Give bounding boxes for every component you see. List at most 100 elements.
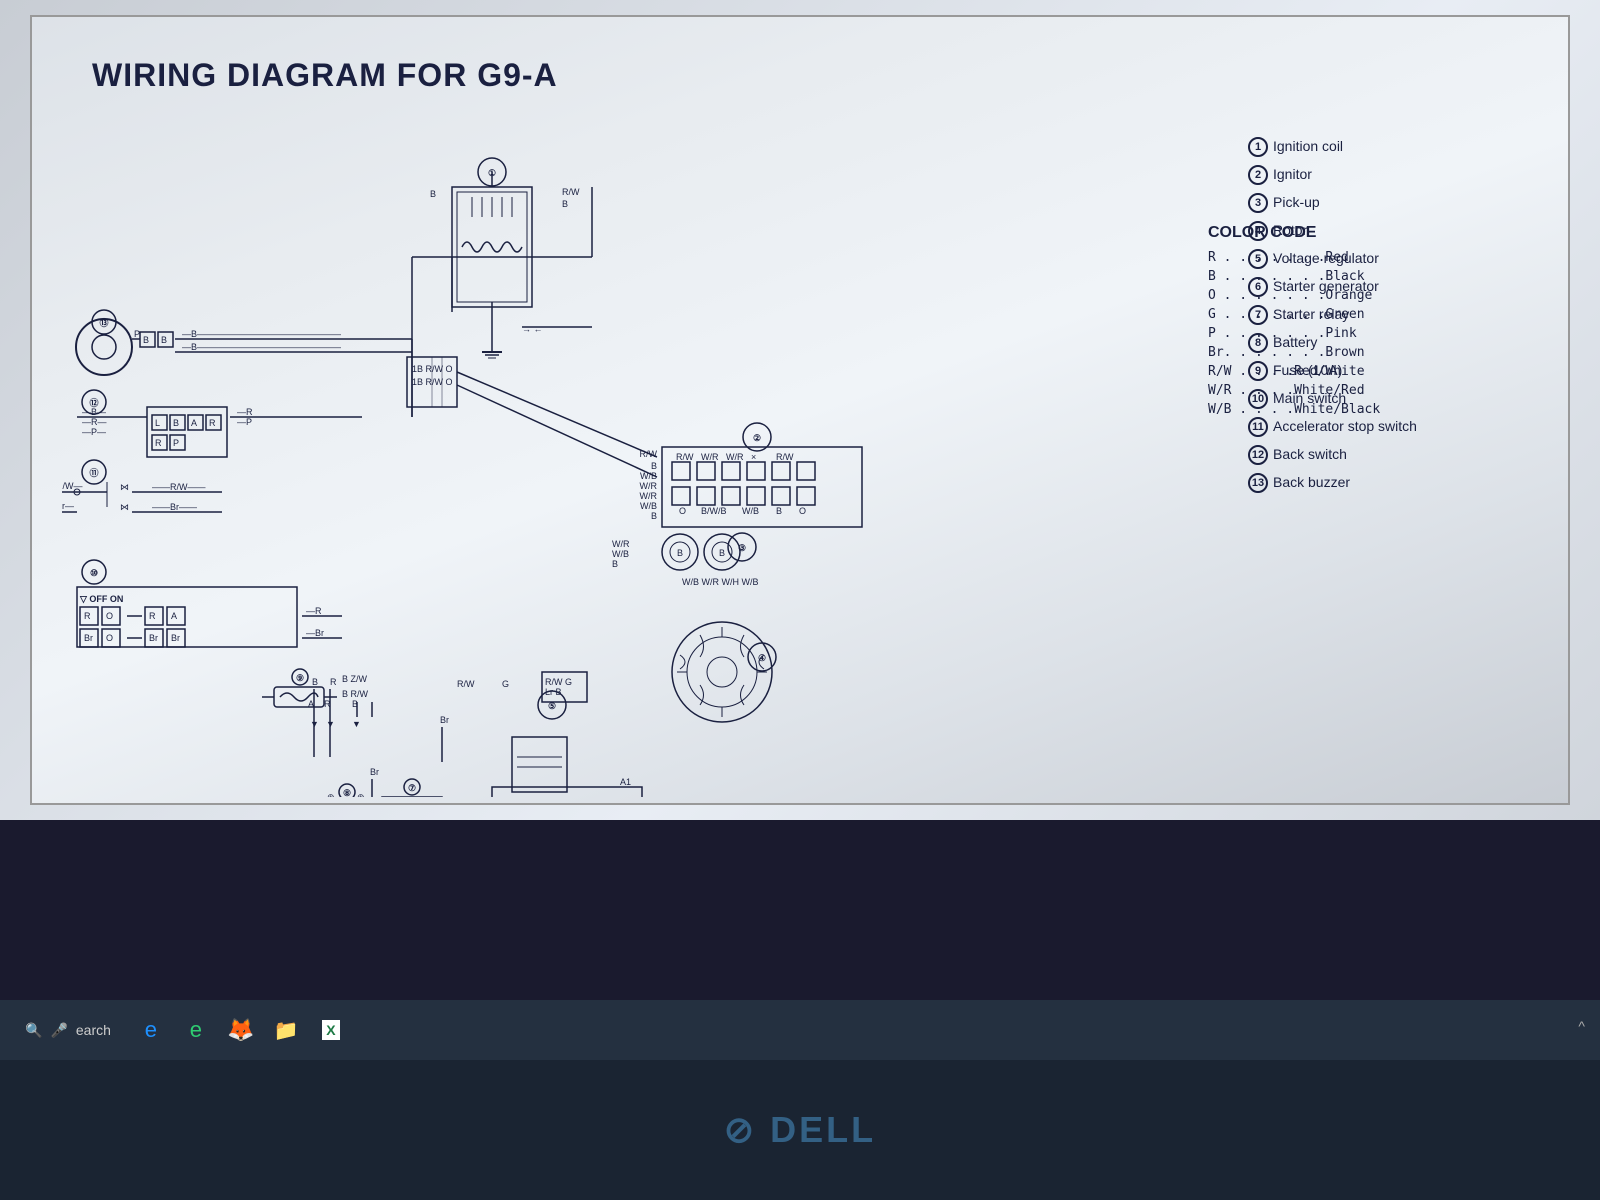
legend-number: 12 <box>1248 445 1268 465</box>
svg-text:×: × <box>751 452 756 462</box>
svg-text:——Br——: ——Br—— <box>152 502 197 512</box>
color-item: Br. . . . . . .Brown <box>1208 345 1488 360</box>
svg-text:⋈: ⋈ <box>120 482 129 492</box>
svg-text:—P: —P <box>237 417 252 427</box>
microphone-icon: 🎤 <box>50 1022 67 1039</box>
svg-text:Br: Br <box>84 633 93 643</box>
main-screen: WIRING DIAGRAM FOR G9-A ① → ← B <box>0 0 1600 820</box>
svg-text:R: R <box>84 611 91 621</box>
svg-text:—R—: —R— <box>82 417 107 427</box>
svg-text:R/W: R/W <box>457 679 475 689</box>
edge-logo: e <box>145 1017 157 1043</box>
svg-text:⊕: ⊕ <box>327 792 335 797</box>
excel-logo: X <box>322 1020 339 1040</box>
svg-text:A1: A1 <box>620 777 631 787</box>
color-item: P . . . . . . .Pink <box>1208 326 1488 341</box>
legend-item: 3 Pick-up <box>1248 193 1528 213</box>
svg-text:R/W: R/W <box>562 187 580 197</box>
svg-text:P: P <box>134 329 140 339</box>
svg-text:B: B <box>143 335 149 345</box>
svg-text:R: R <box>324 699 331 709</box>
svg-text:B: B <box>352 699 358 709</box>
svg-text:R/W: R/W <box>676 452 694 462</box>
system-tray-expand[interactable]: ^ <box>1578 1018 1585 1034</box>
svg-text:Br: Br <box>440 715 449 725</box>
svg-text:O: O <box>106 633 113 643</box>
svg-text:B: B <box>312 677 318 687</box>
svg-text:⑪: ⑪ <box>89 467 98 478</box>
svg-text:—B————————————————: —B———————————————— <box>182 329 341 339</box>
svg-text:O: O <box>679 506 686 516</box>
svg-text:B: B <box>651 511 657 521</box>
svg-text:B: B <box>719 548 725 558</box>
svg-text:P: P <box>173 438 179 448</box>
edge-browser-icon-2[interactable]: e <box>176 1010 216 1050</box>
legend-number: 3 <box>1248 193 1268 213</box>
legend-item: 2 Ignitor <box>1248 165 1528 185</box>
svg-text:——R/W——: ——R/W—— <box>152 482 206 492</box>
svg-text:B Z/W: B Z/W <box>342 674 368 684</box>
svg-text:R: R <box>209 418 216 428</box>
svg-text:W/B: W/B <box>612 549 629 559</box>
svg-text:⑩: ⑩ <box>90 568 98 578</box>
svg-text:1B R/W O: 1B R/W O <box>412 364 453 374</box>
svg-text:B: B <box>161 335 167 345</box>
svg-text:A: A <box>308 699 314 709</box>
svg-text:W/B W/R W/H W/B: W/B W/R W/H W/B <box>682 577 759 587</box>
color-item: O . . . . . . .Orange <box>1208 288 1488 303</box>
legend-number: 13 <box>1248 473 1268 493</box>
svg-text:Br: Br <box>171 633 180 643</box>
legend-text: Back buzzer <box>1273 473 1350 491</box>
search-label[interactable]: earch <box>76 1022 111 1038</box>
svg-text:—R: —R <box>237 407 253 417</box>
firefox-icon[interactable]: 🦊 <box>221 1010 261 1050</box>
taskbar-bottom: ⊘ DELL <box>0 1060 1600 1200</box>
file-explorer-icon[interactable]: 📁 <box>266 1010 306 1050</box>
color-item: W/B . . . .White/Black <box>1208 402 1488 417</box>
svg-text:▼: ▼ <box>352 719 361 729</box>
svg-text:⑧: ⑧ <box>343 788 351 797</box>
svg-text:B: B <box>562 199 568 209</box>
svg-text:A: A <box>171 611 177 621</box>
svg-text:W/R: W/R <box>640 481 658 491</box>
color-item: R . . . . . . .Red <box>1208 250 1488 265</box>
svg-text:▼: ▼ <box>326 719 335 729</box>
svg-text:W/B: W/B <box>640 501 657 511</box>
svg-text:—B————————————————: —B———————————————— <box>182 342 341 352</box>
svg-text:Br: Br <box>370 767 379 777</box>
taskbar: 🔍 🎤 earch e e 🦊 📁 X ^ ⊘ DELL <box>0 1000 1600 1200</box>
svg-text:B: B <box>430 189 436 199</box>
edge-browser-icon[interactable]: e <box>131 1010 171 1050</box>
firefox-logo: 🦊 <box>227 1017 254 1043</box>
svg-text:⑦: ⑦ <box>408 783 416 793</box>
legend-text: Pick-up <box>1273 193 1320 211</box>
diagram-title: WIRING DIAGRAM FOR G9-A <box>92 57 558 94</box>
svg-text:R/W G: R/W G <box>545 677 572 687</box>
color-code-title: COLOR CODE <box>1208 224 1488 242</box>
svg-text:L: L <box>155 418 160 428</box>
svg-text:A: A <box>191 418 197 428</box>
legend-item: 12 Back switch <box>1248 445 1528 465</box>
diagram-container: WIRING DIAGRAM FOR G9-A ① → ← B <box>30 15 1570 805</box>
legend-text: Ignitor <box>1273 165 1312 183</box>
color-item: B . . . . . . .Black <box>1208 269 1488 284</box>
wiring-diagram-svg: ① → ← B R/W B <box>62 117 1012 797</box>
svg-text:W/R: W/R <box>701 452 719 462</box>
svg-text:⊕: ⊕ <box>357 792 365 797</box>
svg-text:B: B <box>651 461 657 471</box>
svg-text:O: O <box>799 506 806 516</box>
svg-text:R/W: R/W <box>776 452 794 462</box>
svg-text:W/R: W/R <box>640 491 658 501</box>
legend-text: Back switch <box>1273 445 1347 463</box>
svg-text:—P—: —P— <box>82 427 106 437</box>
svg-text:R: R <box>155 438 162 448</box>
svg-text:B R/W: B R/W <box>342 689 369 699</box>
svg-text:Br: Br <box>149 633 158 643</box>
svg-text:⑨: ⑨ <box>296 673 304 683</box>
folder-logo: 📁 <box>273 1018 298 1043</box>
svg-text:—R/W—: —R/W— <box>62 481 83 491</box>
legend-number: 2 <box>1248 165 1268 185</box>
excel-icon[interactable]: X <box>311 1010 351 1050</box>
legend-item: 1 Ignition coil <box>1248 137 1528 157</box>
taskbar-main: 🔍 🎤 earch e e 🦊 📁 X ^ <box>0 1000 1600 1060</box>
